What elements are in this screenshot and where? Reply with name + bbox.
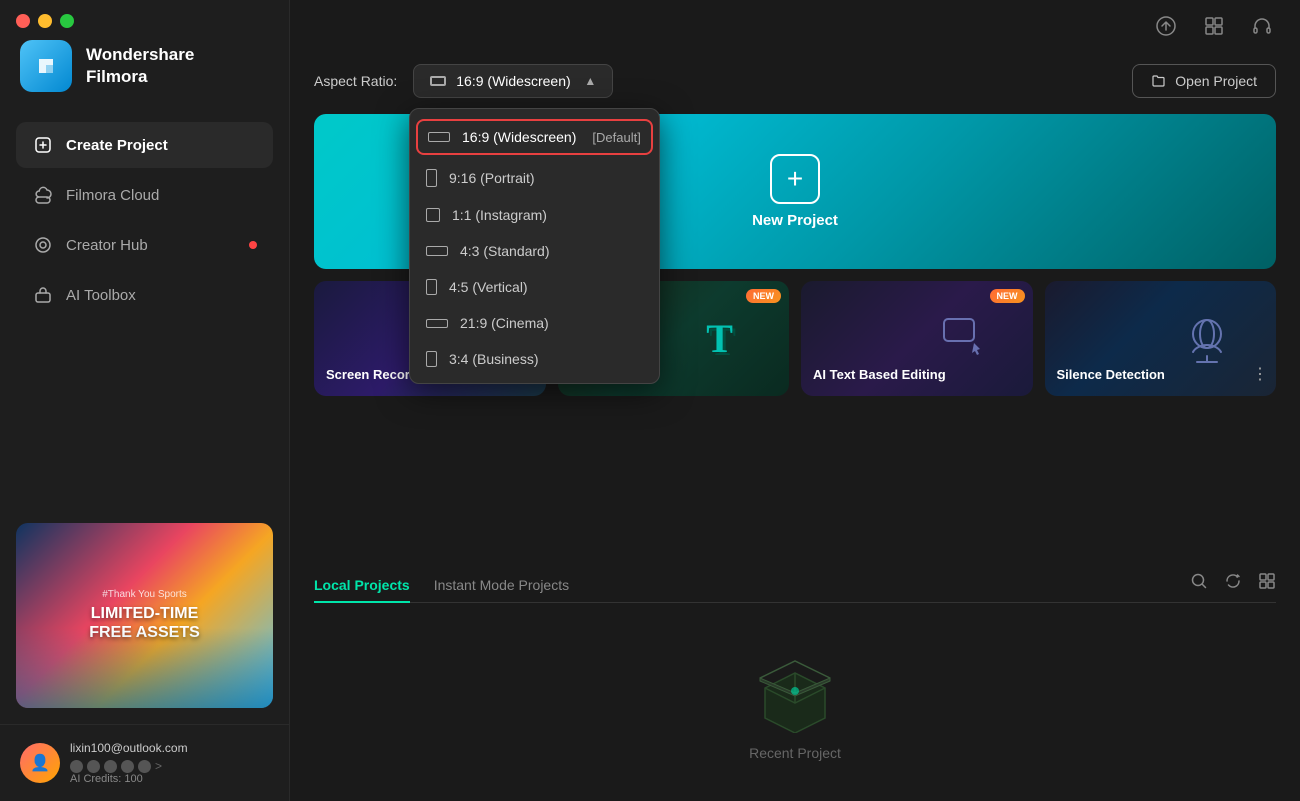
- sidebar-navigation: Create Project Filmora Cloud Creator Hub: [0, 112, 289, 507]
- empty-label: Recent Project: [749, 745, 841, 761]
- aspect-option-21-9[interactable]: 21:9 (Cinema): [410, 305, 659, 341]
- aspect-option-9-16[interactable]: 9:16 (Portrait): [410, 159, 659, 197]
- aspect-option-16-9[interactable]: 16:9 (Widescreen) [Default]: [416, 119, 653, 155]
- sidebar-item-filmora-cloud[interactable]: Filmora Cloud: [16, 172, 273, 218]
- create-project-icon: [32, 134, 54, 156]
- icon-wide: [428, 132, 450, 142]
- option-label: 1:1 (Instagram): [452, 207, 547, 223]
- aspect-ratio-dropdown[interactable]: 16:9 (Widescreen) ▲: [413, 64, 613, 98]
- feature-card-ai-text-2[interactable]: NEW AI Text Based Editing: [801, 281, 1033, 396]
- sidebar-item-creator-hub[interactable]: Creator Hub: [16, 222, 273, 268]
- minimize-button[interactable]: [38, 14, 52, 28]
- open-project-button[interactable]: Open Project: [1132, 64, 1276, 98]
- close-button[interactable]: [16, 14, 30, 28]
- credit-icon-1: [70, 760, 83, 773]
- open-project-label: Open Project: [1175, 73, 1257, 89]
- card-label: Silence Detection: [1057, 367, 1165, 384]
- icon-square: [426, 208, 440, 222]
- content-area: Aspect Ratio: 16:9 (Widescreen) ▲ 16:9 (…: [290, 40, 1300, 553]
- option-label: 16:9 (Widescreen): [462, 129, 576, 145]
- option-label: 4:3 (Standard): [460, 243, 550, 259]
- icon-portrait: [426, 169, 437, 187]
- sidebar-item-label: Create Project: [66, 137, 168, 154]
- feature-card-silence-detection[interactable]: Silence Detection ⋮: [1045, 281, 1277, 396]
- projects-tabs: Local Projects Instant Mode Projects: [314, 569, 1276, 603]
- ai-credits: AI Credits: 100: [70, 773, 269, 785]
- aspect-ratio-label: Aspect Ratio:: [314, 73, 397, 89]
- app-title: Wondershare Filmora: [86, 44, 194, 88]
- app-header: Wondershare Filmora: [0, 20, 289, 112]
- option-label: 21:9 (Cinema): [460, 315, 549, 331]
- maximize-button[interactable]: [60, 14, 74, 28]
- option-label: 9:16 (Portrait): [449, 170, 535, 186]
- credit-icon-5: [138, 760, 151, 773]
- sidebar-item-label: Creator Hub: [66, 237, 148, 254]
- empty-box-illustration: [745, 643, 845, 733]
- credits-more-icon: >: [155, 759, 162, 773]
- sidebar-item-ai-toolbox[interactable]: AI Toolbox: [16, 272, 273, 318]
- new-project-content: + New Project: [752, 154, 838, 229]
- aspect-ratio-value: 16:9 (Widescreen): [456, 73, 570, 89]
- view-toggle-icon[interactable]: [1258, 572, 1276, 595]
- headset-icon[interactable]: [1248, 12, 1276, 40]
- aspect-option-3-4[interactable]: 3:4 (Business): [410, 341, 659, 377]
- user-email: lixin100@outlook.com: [70, 741, 269, 755]
- icon-standard: [426, 246, 448, 256]
- icon-cinema: [426, 319, 448, 328]
- main-content: Aspect Ratio: 16:9 (Widescreen) ▲ 16:9 (…: [290, 0, 1300, 801]
- sidebar: Wondershare Filmora Create Project Filmo…: [0, 0, 290, 801]
- option-tag: [Default]: [592, 130, 640, 145]
- credit-icon-4: [121, 760, 134, 773]
- promo-banner[interactable]: #Thank You Sports LIMITED-TIME FREE ASSE…: [16, 523, 273, 708]
- aspect-option-1-1[interactable]: 1:1 (Instagram): [410, 197, 659, 233]
- sidebar-item-label: Filmora Cloud: [66, 187, 159, 204]
- notification-dot: [249, 241, 257, 249]
- app-logo: [20, 40, 72, 92]
- cloud-icon: [32, 184, 54, 206]
- tab-instant-mode[interactable]: Instant Mode Projects: [434, 569, 569, 603]
- aspect-ratio-row: Aspect Ratio: 16:9 (Widescreen) ▲ 16:9 (…: [314, 64, 1276, 98]
- tab-local-projects[interactable]: Local Projects: [314, 569, 410, 603]
- top-bar: [1128, 0, 1300, 52]
- new-project-label: New Project: [752, 212, 838, 229]
- user-credits-row: >: [70, 759, 269, 773]
- projects-actions: [1190, 572, 1276, 599]
- credit-icon-2: [87, 760, 100, 773]
- option-label: 3:4 (Business): [449, 351, 538, 367]
- icon-business: [426, 351, 437, 367]
- promo-tag: #Thank You Sports: [102, 589, 187, 600]
- refresh-icon[interactable]: [1224, 572, 1242, 595]
- user-info: lixin100@outlook.com > AI Credits: 100: [70, 741, 269, 785]
- chevron-up-icon: ▲: [584, 74, 596, 88]
- search-icon[interactable]: [1190, 572, 1208, 595]
- new-project-plus-icon: +: [770, 154, 820, 204]
- creator-hub-icon: [32, 234, 54, 256]
- credit-icon-3: [104, 760, 117, 773]
- traffic-lights: [16, 14, 74, 28]
- projects-section: Local Projects Instant Mode Projects: [290, 569, 1300, 801]
- card-badge-new: NEW: [746, 289, 781, 303]
- ai-toolbox-icon: [32, 284, 54, 306]
- option-label: 4:5 (Vertical): [449, 279, 528, 295]
- aspect-option-4-3[interactable]: 4:3 (Standard): [410, 233, 659, 269]
- sidebar-item-create-project[interactable]: Create Project: [16, 122, 273, 168]
- aspect-ratio-icon-wide: [430, 76, 446, 86]
- aspect-ratio-menu: 16:9 (Widescreen) [Default] 9:16 (Portra…: [409, 108, 660, 384]
- user-profile[interactable]: 👤 lixin100@outlook.com > AI Credits: 100: [0, 724, 289, 801]
- card-badge-new: NEW: [990, 289, 1025, 303]
- upload-icon[interactable]: [1152, 12, 1180, 40]
- card-label: AI Text Based Editing: [813, 367, 946, 384]
- avatar: 👤: [20, 743, 60, 783]
- promo-title-line1: LIMITED-TIME: [91, 604, 199, 623]
- card-menu-dots[interactable]: ⋮: [1252, 364, 1268, 384]
- empty-state: Recent Project: [314, 603, 1276, 801]
- sidebar-item-label: AI Toolbox: [66, 287, 136, 304]
- aspect-option-4-5[interactable]: 4:5 (Vertical): [410, 269, 659, 305]
- icon-vertical: [426, 279, 437, 295]
- layout-icon[interactable]: [1200, 12, 1228, 40]
